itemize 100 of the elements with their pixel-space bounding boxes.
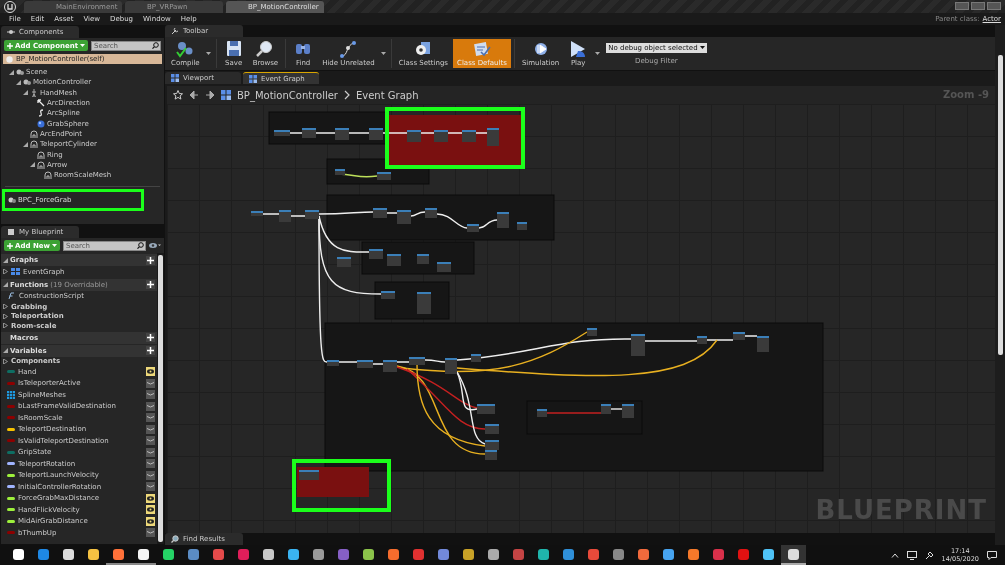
graph-node[interactable] (485, 440, 499, 450)
graph-node[interactable] (417, 292, 431, 314)
dropdown-arrow-button[interactable] (379, 51, 388, 56)
visibility-toggle[interactable] (146, 401, 155, 411)
graph-node[interactable] (485, 450, 497, 460)
graph-node[interactable] (622, 404, 634, 418)
graph-node[interactable] (497, 212, 509, 228)
taskbar-app-button[interactable] (781, 545, 806, 565)
visibility-toggle[interactable] (146, 516, 155, 526)
graph-node[interactable] (462, 130, 476, 142)
graph-node[interactable] (417, 254, 429, 264)
graph-node[interactable] (425, 208, 437, 218)
graph-node[interactable] (757, 336, 769, 352)
dropdown-arrow-button[interactable] (204, 51, 213, 56)
graph-node[interactable] (369, 249, 383, 259)
graph-node[interactable] (587, 328, 597, 336)
eye-icon (147, 507, 154, 513)
visibility-toggle[interactable] (146, 378, 155, 388)
visibility-toggle[interactable] (146, 505, 155, 515)
graph-node[interactable] (387, 254, 401, 266)
breadcrumb-item[interactable]: BP_MotionController (237, 89, 338, 101)
graph-node[interactable] (407, 130, 421, 142)
plus-icon (147, 281, 154, 288)
plus-icon (147, 256, 154, 264)
graph-node[interactable] (357, 360, 373, 368)
visibility-toggle[interactable] (146, 436, 155, 446)
visibility-toggle[interactable] (146, 482, 155, 492)
graph-node[interactable] (445, 358, 457, 374)
caret-icon (594, 52, 600, 55)
graph-node[interactable] (477, 404, 495, 414)
wrench-icon (171, 27, 179, 35)
eye-icon (147, 369, 154, 375)
graph-icon (249, 74, 257, 83)
graph-node[interactable] (299, 470, 319, 480)
visibility-toggle[interactable] (146, 459, 155, 469)
graph-node[interactable] (369, 128, 383, 140)
defaults-icon (471, 40, 492, 58)
forward-arrow-icon (205, 90, 215, 100)
visibility-toggle[interactable] (146, 413, 155, 423)
graph-node[interactable] (383, 360, 397, 372)
graph-node[interactable] (251, 211, 263, 216)
graph-node[interactable] (601, 404, 611, 414)
graph-node[interactable] (335, 128, 349, 140)
unreal-logo-icon (4, 0, 16, 13)
spline-component-icon (37, 109, 45, 118)
graph-node[interactable] (373, 208, 387, 218)
visibility-toggle[interactable] (146, 367, 155, 377)
plus-icon (147, 347, 154, 354)
caret-icon (381, 52, 387, 55)
graph-node[interactable] (274, 130, 290, 136)
graph-icon (11, 268, 20, 276)
sphere-component-icon (37, 119, 45, 128)
graph-node[interactable] (537, 409, 547, 417)
graph-node[interactable] (337, 257, 351, 267)
caret-icon (51, 243, 57, 248)
graph-node[interactable] (305, 210, 319, 219)
graph-node[interactable] (485, 424, 499, 434)
graph-node[interactable] (471, 354, 481, 362)
closed-eye-icon (147, 530, 154, 536)
graph-node[interactable] (381, 291, 395, 299)
graph-node[interactable] (335, 169, 345, 175)
graph-node[interactable] (397, 210, 411, 224)
arrow-component-icon (37, 99, 45, 108)
graph-node[interactable] (467, 224, 479, 232)
graph-node[interactable] (517, 222, 527, 230)
scrollbar-thumb[interactable] (158, 255, 163, 542)
graph-node[interactable] (437, 262, 451, 272)
chevron-right-icon (344, 90, 350, 100)
graph-node[interactable] (302, 128, 316, 138)
graph-node[interactable] (697, 336, 707, 344)
graph-node[interactable] (327, 360, 339, 366)
add-button[interactable] (146, 280, 155, 289)
visibility-toggle[interactable] (146, 424, 155, 434)
visibility-toggle[interactable] (146, 528, 155, 538)
breadcrumb-item[interactable]: Event Graph (356, 89, 419, 101)
graph-node[interactable] (409, 357, 425, 365)
collapsed-triangle-icon (3, 358, 8, 364)
graph-node[interactable] (631, 334, 645, 356)
dropdown-arrow-button[interactable] (593, 51, 602, 56)
visibility-toggle[interactable] (146, 470, 155, 480)
graph-node[interactable] (377, 172, 391, 180)
plus-icon (7, 242, 13, 249)
notification-icon (987, 550, 997, 560)
visibility-toggle[interactable] (146, 390, 155, 400)
star-icon (173, 90, 183, 100)
book-icon (7, 228, 15, 236)
eye-icon (147, 518, 154, 524)
wire (546, 412, 602, 414)
add-button[interactable] (146, 255, 155, 265)
plug-icon (924, 550, 934, 560)
graph-node[interactable] (487, 128, 499, 146)
plus-icon (147, 334, 154, 341)
scrollbar-thumb[interactable] (997, 55, 1003, 355)
add-button[interactable] (146, 346, 155, 355)
visibility-toggle[interactable] (146, 493, 155, 503)
visibility-toggle[interactable] (146, 447, 155, 457)
graph-node[interactable] (279, 210, 291, 222)
graph-node[interactable] (733, 332, 745, 340)
graph-node[interactable] (434, 130, 448, 142)
add-button[interactable] (146, 333, 155, 342)
